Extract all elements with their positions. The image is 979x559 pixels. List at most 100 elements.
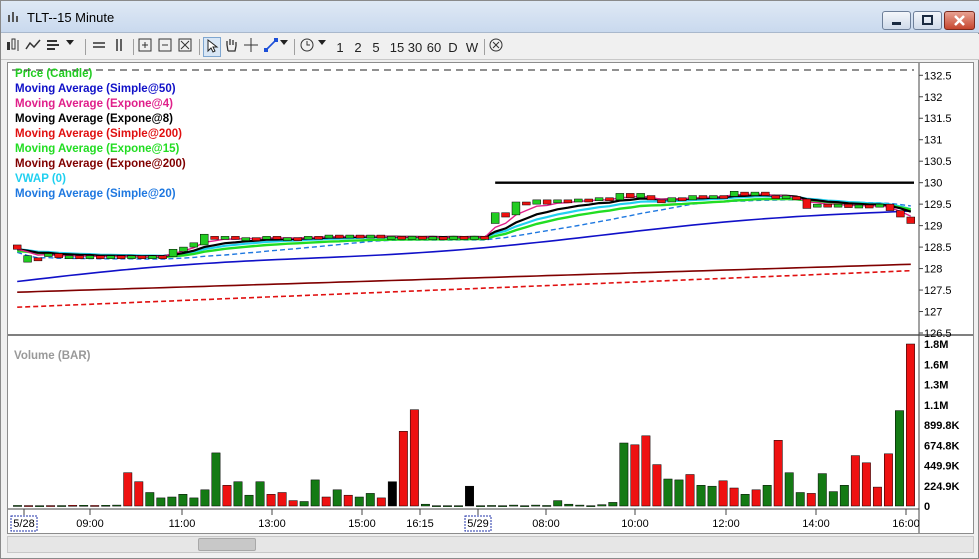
candle-style-button[interactable]	[5, 37, 23, 57]
price-candle	[366, 234, 375, 239]
volume-bar	[398, 431, 408, 507]
volume-bar	[343, 494, 353, 507]
interval-daily-button[interactable]: D	[446, 37, 460, 57]
legend-entry[interactable]: Moving Average (Simple@200)	[15, 128, 182, 140]
volume-bar	[872, 486, 882, 507]
volume-bar	[619, 442, 629, 507]
price-axis-label: 131	[924, 135, 942, 147]
price-candle	[833, 203, 843, 208]
bar-style-button[interactable]	[45, 37, 63, 57]
title-bar[interactable]: TLT--15 Minute	[1, 1, 979, 33]
volume-bar	[564, 503, 574, 507]
legend-entry[interactable]: Moving Average (Expone@15)	[15, 143, 179, 155]
volume-bar	[906, 343, 915, 507]
price-candle	[781, 195, 791, 199]
toolbar-separator	[133, 39, 134, 55]
vertical-lines-icon	[116, 39, 122, 51]
vertical-line-button[interactable]	[111, 37, 129, 57]
legend-entry[interactable]: Moving Average (Simple@20)	[15, 188, 176, 200]
interval-clock-button[interactable]	[299, 37, 315, 57]
price-candle	[428, 236, 438, 241]
restore-button[interactable]	[913, 11, 942, 30]
close-button[interactable]	[944, 11, 975, 30]
volume-bar	[531, 504, 541, 507]
price-candle	[303, 236, 313, 240]
volume-bar	[696, 485, 706, 507]
price-candle	[875, 203, 884, 208]
price-candle	[96, 255, 105, 259]
chart-window: TLT--15 Minute 1 2 5 15 30 60 D W 132.5 …	[0, 0, 979, 559]
price-candle	[584, 198, 593, 203]
clock-icon	[300, 38, 314, 52]
interval-5-button[interactable]: 5	[370, 37, 382, 57]
legend-entry[interactable]: Moving Average (Expone@4)	[15, 98, 173, 110]
price-candle	[376, 234, 386, 239]
sma200-line	[17, 269, 911, 308]
clear-button[interactable]	[488, 37, 506, 57]
price-candle	[594, 197, 604, 201]
price-candle	[210, 236, 219, 240]
legend-entry[interactable]: Moving Average (Expone@8)	[15, 113, 173, 125]
line-style-button[interactable]	[25, 37, 43, 57]
volume-axis-label: 449.9K	[924, 461, 960, 473]
volume-bar	[674, 479, 684, 507]
interval-2-button[interactable]: 2	[352, 37, 364, 57]
legend-entry[interactable]: Price (Candle)	[15, 68, 92, 80]
volume-axis-label: 1.1M	[924, 400, 948, 412]
price-candle	[885, 203, 895, 211]
volume-bar	[773, 440, 783, 507]
interval-weekly-button[interactable]: W	[464, 37, 480, 57]
volume-bar	[652, 464, 662, 507]
toolbar-separator	[85, 39, 86, 55]
price-candle	[75, 255, 84, 259]
crosshair-tool-button[interactable]	[243, 37, 261, 57]
time-axis-label: 14:00	[802, 518, 830, 530]
time-axis-label: 12:00	[712, 518, 740, 530]
zoom-fit-button[interactable]	[177, 37, 195, 57]
price-candle	[854, 204, 864, 209]
volume-bar	[542, 505, 552, 507]
chart-style-dropdown[interactable]	[65, 37, 79, 57]
chart-area[interactable]: 132.5 132 131.5 131 130.5 130 129.5 129 128.5 128…	[7, 62, 974, 534]
zoom-out-button[interactable]	[157, 37, 175, 57]
legend-entry[interactable]: VWAP (0)	[15, 173, 66, 185]
legend-entry[interactable]: Moving Average (Expone@200)	[15, 158, 186, 170]
cancel-circle-icon	[489, 38, 503, 52]
price-candle	[33, 257, 43, 262]
price-axis-label: 132	[924, 92, 942, 104]
price-candle	[657, 199, 666, 204]
scrollbar-thumb[interactable]	[198, 538, 256, 551]
volume-bar	[167, 496, 177, 507]
price-candle	[729, 191, 739, 197]
volume-bar	[35, 505, 45, 507]
price-candle	[501, 212, 510, 218]
vwap-line	[17, 195, 912, 257]
price-candle	[896, 210, 905, 218]
interval-1-button[interactable]: 1	[334, 37, 346, 57]
interval-60-button[interactable]: 60	[425, 37, 443, 57]
pan-tool-button[interactable]	[223, 37, 241, 57]
volume-bar	[310, 479, 320, 507]
minimize-button[interactable]	[882, 11, 911, 30]
time-axis-label: 13:00	[258, 518, 286, 530]
price-candle	[678, 197, 687, 201]
pointer-tool-button[interactable]	[203, 37, 221, 57]
volume-bar	[718, 480, 728, 507]
horizontal-scrollbar[interactable]	[7, 536, 974, 553]
price-candle	[231, 236, 240, 240]
price-candle	[636, 193, 645, 198]
price-axis-label: 127.5	[924, 285, 952, 297]
horizontal-line-button[interactable]	[91, 37, 109, 57]
zoom-in-button[interactable]	[137, 37, 155, 57]
interval-15-button[interactable]: 15	[388, 37, 406, 57]
price-candle	[189, 242, 199, 248]
volume-bar	[123, 472, 133, 507]
price-candle	[324, 234, 334, 239]
interval-dropdown[interactable]	[317, 37, 329, 57]
drawing-tools-dropdown[interactable]	[279, 37, 291, 57]
legend-entry[interactable]: Moving Average (Simple@50)	[15, 83, 176, 95]
volume-bar	[883, 453, 893, 507]
volume-bar	[420, 503, 430, 507]
price-candle	[906, 216, 916, 224]
interval-30-button[interactable]: 30	[406, 37, 424, 57]
